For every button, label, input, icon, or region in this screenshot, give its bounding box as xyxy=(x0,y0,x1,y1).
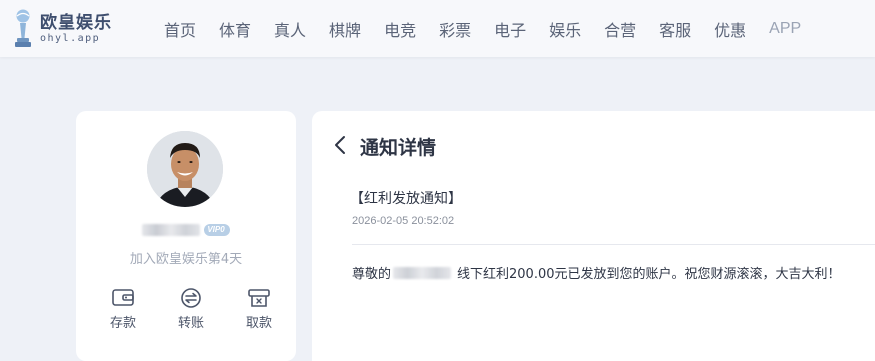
transfer-label: 转账 xyxy=(177,316,204,331)
notification-body: 尊敬的 线下红利200.00元已发放到您的账户。祝您财源滚滚，大吉大利！ xyxy=(352,263,841,282)
nav-item-live[interactable]: 真人 xyxy=(274,17,306,41)
nav-item-esports[interactable]: 电竞 xyxy=(384,17,416,41)
profile-card: VIP0 加入欧皇娱乐第4天 存款 转账 取款 xyxy=(76,111,296,361)
quick-actions: 存款 转账 取款 xyxy=(96,287,286,331)
brand-name: 欧皇娱乐 xyxy=(40,13,112,33)
main-nav: 首页 体育 真人 棋牌 电竞 彩票 电子 娱乐 合营 客服 优惠 APP xyxy=(164,0,824,57)
nav-item-sports[interactable]: 体育 xyxy=(219,17,251,41)
nav-item-support[interactable]: 客服 xyxy=(659,17,691,41)
deposit-label: 存款 xyxy=(109,316,136,331)
transfer-button[interactable]: 转账 xyxy=(164,287,218,331)
nav-item-slots[interactable]: 电子 xyxy=(494,17,526,41)
transfer-icon xyxy=(181,288,201,308)
nav-item-promotions[interactable]: 优惠 xyxy=(714,17,746,41)
nav-item-chess[interactable]: 棋牌 xyxy=(329,17,361,41)
masked-username xyxy=(142,224,201,236)
top-header: 欧皇娱乐 ohyl.app 首页 体育 真人 棋牌 电竞 彩票 电子 娱乐 合营… xyxy=(0,0,875,57)
nav-item-lottery[interactable]: 彩票 xyxy=(439,17,471,41)
notification-timestamp: 2026-02-05 20:52:02 xyxy=(352,215,455,227)
vip-badge: VIP0 xyxy=(204,224,230,236)
avatar[interactable] xyxy=(147,131,223,207)
body-text: 线下红利200.00元已发放到您的账户。祝您财源滚滚，大吉大利！ xyxy=(457,267,841,282)
notification-title: 【红利发放通知】 xyxy=(350,191,462,207)
nav-item-entertainment[interactable]: 娱乐 xyxy=(549,17,581,41)
withdraw-label: 取款 xyxy=(245,316,272,331)
nav-item-affiliate[interactable]: 合营 xyxy=(604,17,636,41)
deposit-button[interactable]: 存款 xyxy=(96,287,150,331)
username-row: VIP0 xyxy=(76,224,296,236)
notification-detail-panel: 通知详情 【红利发放通知】 2026-02-05 20:52:02 尊敬的 线下… xyxy=(312,111,875,361)
join-days-text: 加入欧皇娱乐第4天 xyxy=(129,252,243,267)
trophy-icon xyxy=(12,8,34,50)
wallet-icon xyxy=(112,289,134,306)
withdraw-button[interactable]: 取款 xyxy=(232,287,286,331)
brand-logo[interactable]: 欧皇娱乐 ohyl.app xyxy=(12,8,112,50)
withdraw-icon xyxy=(248,289,270,307)
chevron-left-icon xyxy=(335,136,345,154)
body-prefix: 尊敬的 xyxy=(352,267,392,282)
divider xyxy=(352,244,875,245)
brand-domain: ohyl.app xyxy=(40,33,101,44)
nav-item-app[interactable]: APP xyxy=(769,20,801,38)
back-button[interactable] xyxy=(332,135,348,155)
masked-username xyxy=(393,266,452,279)
page-title: 通知详情 xyxy=(360,137,437,159)
nav-item-home[interactable]: 首页 xyxy=(164,17,196,41)
